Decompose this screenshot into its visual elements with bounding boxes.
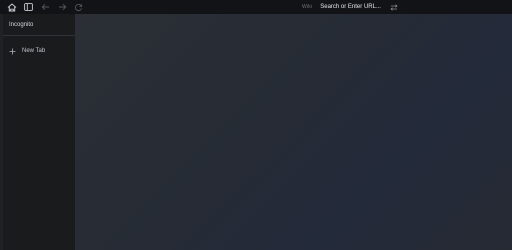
sidebar: Incognito New Tab [0,14,75,250]
browser-window: Wiki Search or Enter URL... Incognito Ne… [0,0,512,250]
sidebar-header: Incognito [3,14,75,36]
new-tab-label: New Tab [22,48,46,54]
toolbar: Wiki Search or Enter URL... [0,0,512,14]
swap-icon[interactable] [390,3,398,11]
sidebar-title: Incognito [9,21,34,28]
new-tab-button[interactable]: New Tab [3,44,75,58]
sidebar-toggle-icon[interactable] [22,1,34,13]
home-icon[interactable] [6,1,18,13]
arrow-right-icon[interactable] [56,1,68,13]
reload-icon[interactable] [72,1,84,13]
page-content[interactable] [75,14,512,250]
plus-icon [9,48,16,55]
arrow-left-icon[interactable] [39,1,51,13]
address-input[interactable]: Search or Enter URL... [320,4,385,10]
address-prefix[interactable]: Wiki [302,4,312,10]
address-group: Wiki Search or Enter URL... [302,0,398,14]
